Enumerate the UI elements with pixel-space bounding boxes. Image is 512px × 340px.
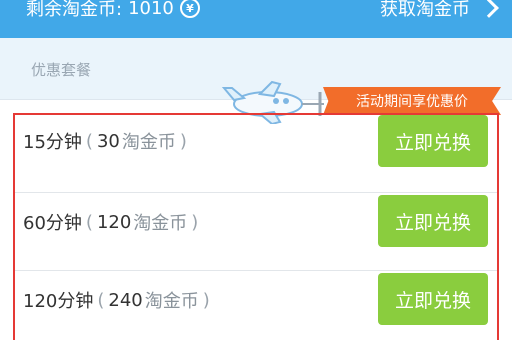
package-coins: 240 [108, 289, 143, 311]
package-description: 15分钟 ( 30 淘金币 ) [23, 127, 191, 155]
promo-ribbon: 活动期间享优惠价 [323, 87, 501, 115]
package-coins: 30 [96, 130, 120, 152]
package-duration: 120分钟 [23, 291, 94, 312]
balance-value: 1010 [128, 0, 174, 19]
paren-close: ) [179, 130, 187, 152]
balance-label: 剩余淘金币: [26, 0, 123, 20]
package-coin-unit: 淘金币 [144, 291, 199, 312]
package-row: 120分钟 ( 240 淘金币 ) 立即兑换 [15, 271, 497, 340]
package-description: 60分钟 ( 120 淘金币 ) [23, 208, 202, 236]
redeem-button[interactable]: 立即兑换 [378, 195, 488, 247]
yen-coin-icon: ¥ [179, 0, 200, 18]
section-title: 优惠套餐 [31, 61, 92, 79]
package-coins: 120 [96, 211, 132, 233]
chevron-right-icon [479, 0, 499, 18]
package-list: 15分钟 ( 30 淘金币 ) 立即兑换 60分钟 ( 120 淘金币 ) 立即… [13, 113, 499, 340]
paren-close: ) [202, 289, 210, 311]
packages-section-header: 优惠套餐 活动期间享优惠价 [0, 38, 512, 133]
paren-open: ( [97, 289, 105, 311]
package-coin-unit: 淘金币 [121, 132, 176, 153]
paren-open: ( [85, 130, 93, 152]
top-bar: 剩余淘金币: 1010 ¥ 获取淘金币 [0, 0, 512, 38]
paren-close: ) [191, 211, 199, 233]
package-duration: 60分钟 [23, 213, 82, 234]
package-duration: 15分钟 [23, 132, 82, 153]
package-coin-unit: 淘金币 [133, 213, 188, 234]
redeem-button[interactable]: 立即兑换 [378, 115, 488, 167]
get-coins-link[interactable]: 获取淘金币 [380, 0, 499, 22]
get-coins-label: 获取淘金币 [380, 0, 470, 20]
package-description: 120分钟 ( 240 淘金币 ) [23, 286, 214, 314]
package-row: 15分钟 ( 30 淘金币 ) 立即兑换 [15, 115, 497, 193]
paren-open: ( [85, 211, 93, 233]
redeem-button[interactable]: 立即兑换 [378, 273, 488, 325]
coin-balance: 剩余淘金币: 1010 ¥ [26, 0, 200, 22]
package-row: 60分钟 ( 120 淘金币 ) 立即兑换 [15, 193, 497, 271]
